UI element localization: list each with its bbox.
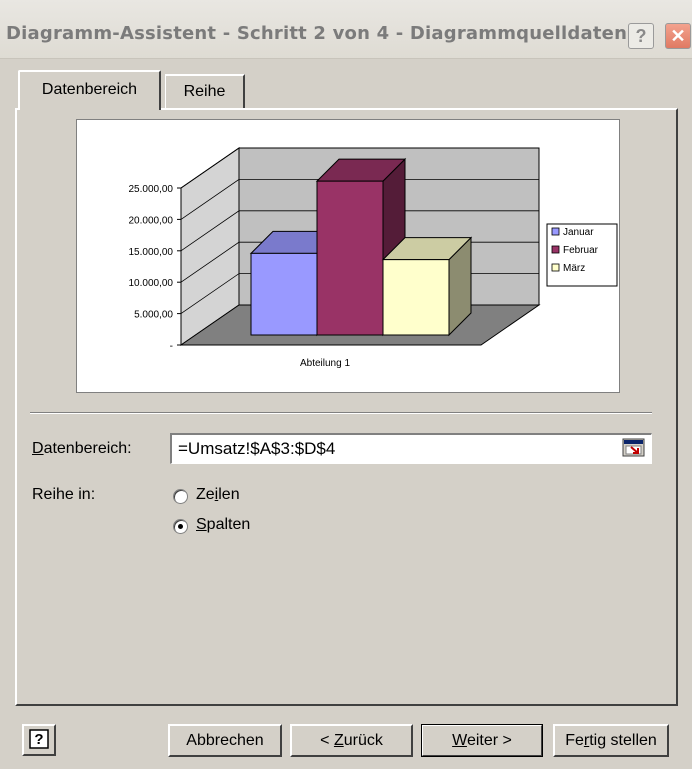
radio-zeilen-label[interactable]: Zeilen bbox=[196, 486, 240, 504]
help-glyph: ? bbox=[34, 731, 43, 748]
close-button[interactable]: ✕ bbox=[665, 23, 691, 49]
finish-button[interactable]: Fertig stellen bbox=[553, 724, 669, 757]
separator bbox=[30, 412, 652, 414]
title-bar: Diagramm-Assistent - Schritt 2 von 4 - D… bbox=[0, 0, 692, 59]
bar-front bbox=[382, 259, 450, 336]
legend-label: März bbox=[563, 263, 585, 274]
y-tick-label: - bbox=[170, 341, 173, 352]
range-input[interactable]: =Umsatz!$A$3:$D$4 bbox=[170, 433, 652, 464]
help-title-button[interactable]: ? bbox=[628, 23, 654, 49]
legend-label: Februar bbox=[563, 245, 599, 256]
next-button[interactable]: Weiter > bbox=[421, 724, 543, 757]
legend-swatch bbox=[551, 227, 560, 236]
chart-preview: - 5.000,00 10.000,00 15.000,00 20.000,00 25.0… bbox=[76, 119, 620, 393]
y-tick-label: 20.000,00 bbox=[129, 215, 174, 226]
legend-swatch bbox=[551, 263, 560, 272]
radio-spalten[interactable] bbox=[173, 519, 188, 534]
tab-datenbereich[interactable]: Datenbereich bbox=[18, 70, 161, 110]
y-tick-label: 10.000,00 bbox=[129, 278, 174, 289]
cancel-button[interactable]: Abbrechen bbox=[168, 724, 282, 757]
y-tick-label: 5.000,00 bbox=[134, 310, 173, 321]
y-tick-label: 15.000,00 bbox=[129, 247, 174, 258]
radio-zeilen[interactable] bbox=[173, 489, 188, 504]
question-mark-icon: ? bbox=[635, 26, 647, 46]
x-category-label: Abteilung 1 bbox=[300, 358, 350, 369]
legend-swatch bbox=[551, 245, 560, 254]
bar-front bbox=[250, 252, 318, 336]
collapse-dialog-icon bbox=[622, 438, 645, 457]
y-tick-label: 25.000,00 bbox=[129, 184, 174, 195]
series-in-label: Reihe in: bbox=[32, 486, 96, 503]
close-icon: ✕ bbox=[670, 26, 686, 46]
help-icon: ? bbox=[29, 729, 49, 749]
bar-front bbox=[316, 180, 384, 336]
window-title: Diagramm-Assistent - Schritt 2 von 4 - D… bbox=[6, 23, 628, 44]
legend-label: Januar bbox=[563, 227, 594, 238]
radio-spalten-label[interactable]: Spalten bbox=[196, 516, 250, 534]
collapse-dialog-button[interactable] bbox=[620, 436, 648, 460]
back-button[interactable]: < Zurück bbox=[290, 724, 413, 757]
tab-reihe[interactable]: Reihe bbox=[165, 74, 245, 108]
range-label: Datenbereich: bbox=[32, 440, 132, 457]
chart-svg: - 5.000,00 10.000,00 15.000,00 20.000,00 25.0… bbox=[129, 147, 618, 369]
help-button[interactable]: ? bbox=[22, 724, 56, 756]
